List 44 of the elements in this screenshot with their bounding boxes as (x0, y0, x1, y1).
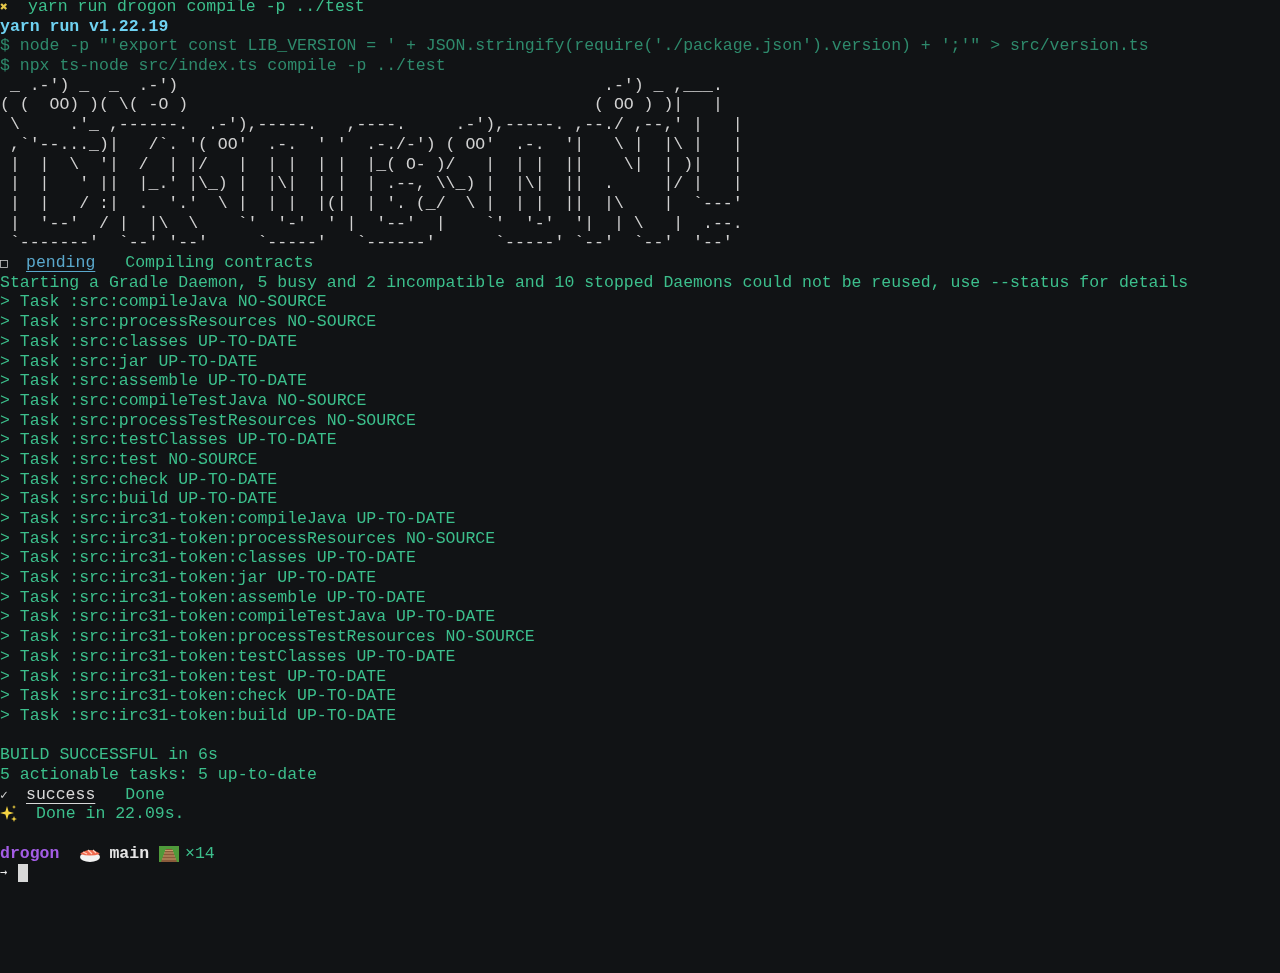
output-line: Starting a Gradle Daemon, 5 busy and 2 incompatible and 10 stopped Daemons could not be reused, use --status for details (0, 272, 1189, 293)
output-line: > Task :src:irc31-token:build UP-TO-DATE (0, 705, 397, 726)
checkbox-icon: □ (0, 253, 26, 273)
output-line: > Task :src:processResources NO-SOURCE (0, 312, 377, 332)
output-line: BUILD SUCCESSFUL in 6s (0, 745, 218, 765)
script-line: $ node -p "'export const LIB_VERSION = ' + JSON.stringify(require('./package.json').version) + ';'" > src/version.ts (0, 36, 1149, 57)
output-line: > Task :src:irc31-token:compileJava UP-TO-DATE (0, 509, 456, 529)
done-message: Done in 22.09s. (36, 804, 185, 825)
output-line: > Task :src:irc31-token:check UP-TO-DATE (0, 686, 397, 706)
branch-name: main (109, 843, 150, 864)
output-line: > Task :src:testClasses UP-TO-DATE (0, 430, 337, 450)
output-line: > Task :src:irc31-token:processResources NO-SOURCE (0, 528, 496, 549)
output-line: > Task :src:check UP-TO-DATE (0, 469, 278, 490)
output-line: > Task :src:compileTestJava NO-SOURCE (0, 390, 367, 411)
output-line: > Task :src:processTestResources NO-SOURCE (0, 410, 416, 431)
output-line: > Task :src:jar UP-TO-DATE (0, 351, 258, 372)
status-label: success (26, 784, 96, 805)
output-line: 5 actionable tasks: 5 up-to-date (0, 764, 317, 785)
output-line: > Task :src:compileJava NO-SOURCE (0, 292, 327, 313)
check-icon: ✓ (0, 784, 26, 805)
sparkles-icon (0, 805, 18, 824)
output-line: > Task :src:build UP-TO-DATE (0, 489, 278, 510)
script-line: $ npx ts-node src/index.ts compile -p ../test (0, 56, 446, 76)
cursor (18, 864, 28, 883)
status-message: Done (125, 784, 165, 805)
error-icon: ✖ (0, 0, 20, 17)
output-line: > Task :src:irc31-token:classes UP-TO-DATE (0, 548, 416, 569)
status-label: pending (26, 253, 96, 273)
prompt-symbol: → (0, 864, 9, 882)
commit-count: ×14 (185, 843, 215, 864)
railway-track-icon (159, 844, 180, 863)
yarn-version: yarn run v1.22.19 (0, 16, 169, 37)
output-line: > Task :src:irc31-token:jar UP-TO-DATE (0, 568, 377, 588)
output-line: > Task :src:irc31-token:compileTestJava UP-TO-DATE (0, 607, 496, 628)
output-line: > Task :src:irc31-token:testClasses UP-TO-DATE (0, 646, 456, 667)
directory-name: drogon (0, 843, 60, 864)
output-line: > Task :src:test NO-SOURCE (0, 449, 258, 470)
output-line: > Task :src:classes UP-TO-DATE (0, 331, 298, 352)
output-line: > Task :src:irc31-token:assemble UP-TO-DATE (0, 587, 426, 608)
output-line: > Task :src:irc31-token:test UP-TO-DATE (0, 666, 387, 687)
status-message: Compiling contracts (125, 253, 314, 273)
ascii-art-text: _ .-') _ _ .-') .-') _ ,___. ( ( OO) )( \( -O ) ( OO ) )| | \ .'_ ,------. .-'),-----. ,----. .-'),-----. ,--./ ,--,' | | ,`'--..._)| /`. '( OO' .-. ' ' .-./-') ( OO' .-. '| \ | |\ | | | | \ '| / | |/ | | | | | |_( O- )/ | | | || \| | )| | | | ' || |_.' |\_) | |\| | | | .--, \\_) | |\| || . |/ | | | | / :| . '.' \ | | | |(| | '. (_/ \ | | | || |\ | `---' | '--' / | |\ \ `' '-' ' | '--' | `' '-' '| | \ | .--. `-------' `--' '--' `-----' `------' `-----' `--' `--' '--' (0, 75, 743, 254)
output-line: > Task :src:irc31-token:processTestResources NO-SOURCE (0, 627, 535, 647)
output-line: > Task :src:assemble UP-TO-DATE (0, 371, 307, 391)
